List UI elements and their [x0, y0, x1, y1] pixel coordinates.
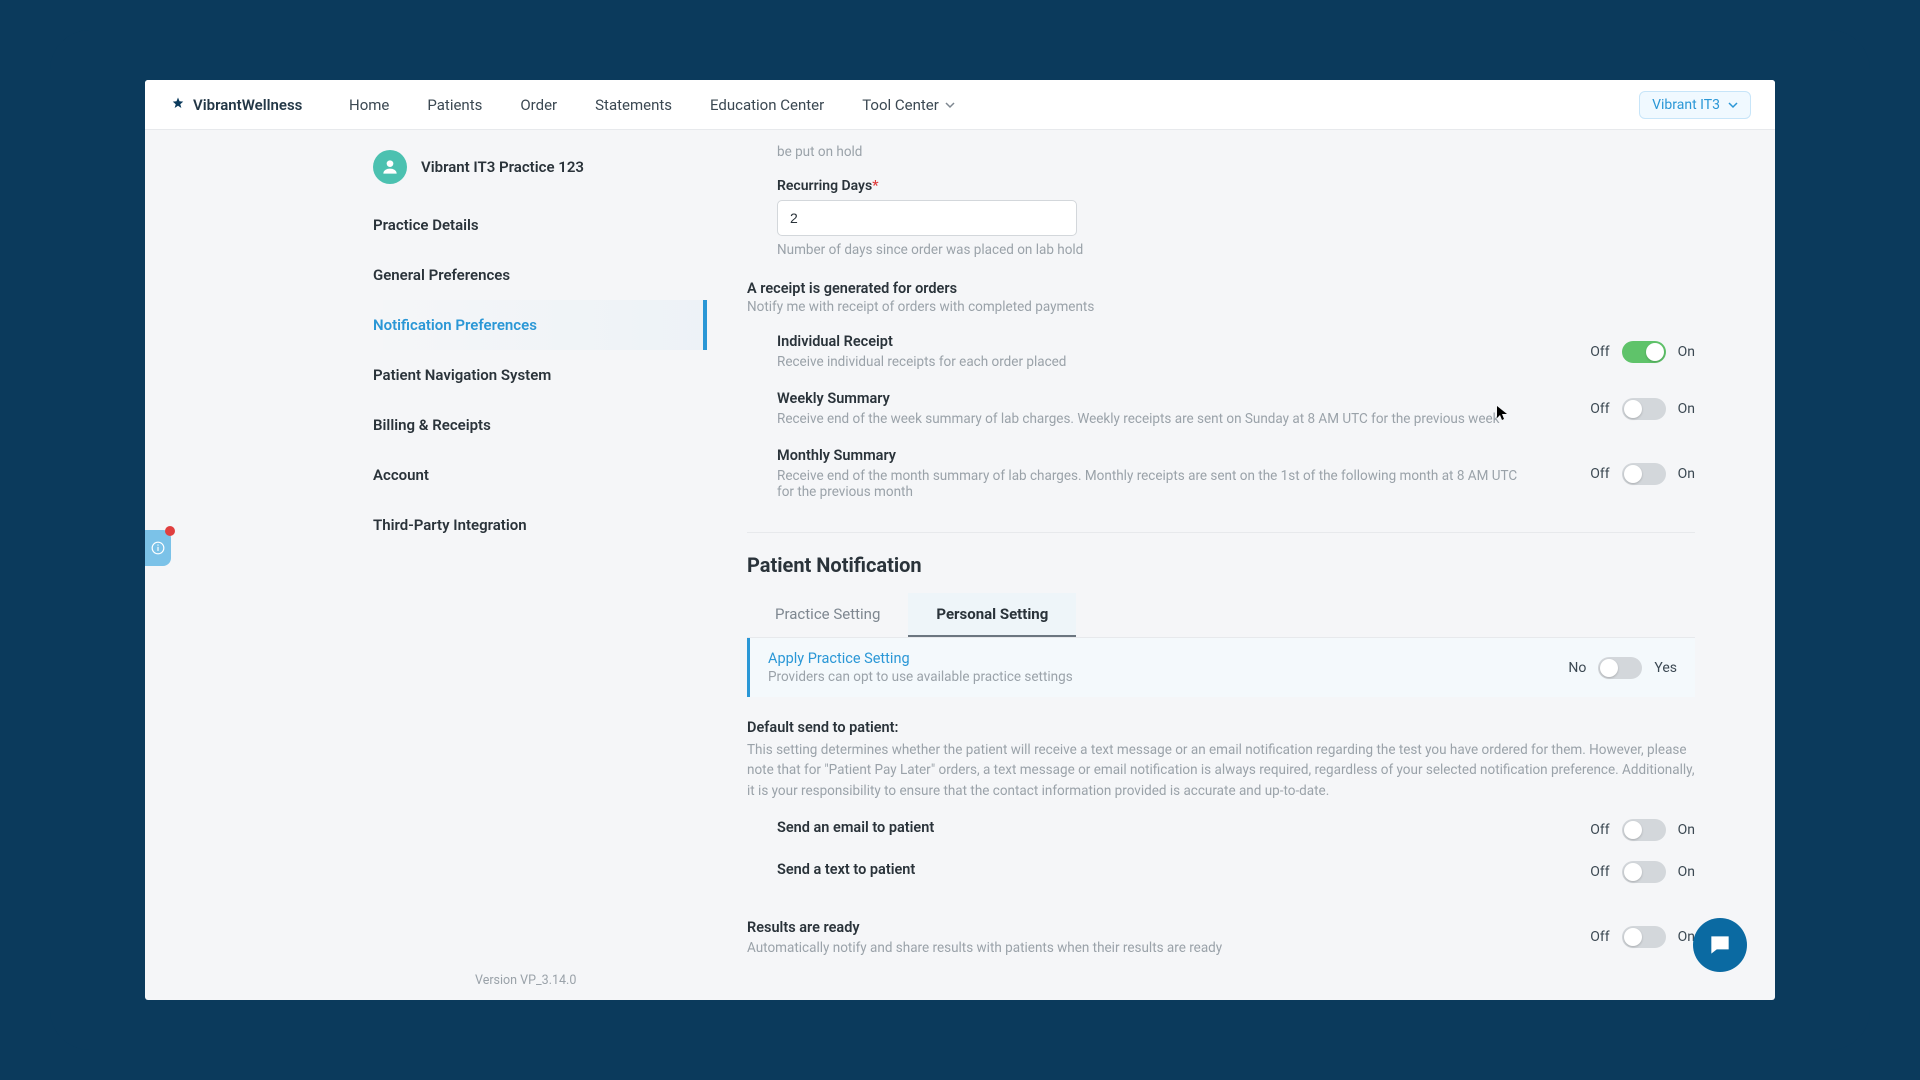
sidebar-item-account[interactable]: Account	[365, 450, 707, 500]
toggle-on-label: On	[1678, 466, 1695, 482]
toggle-title: Monthly Summary	[777, 447, 1530, 464]
brand-name: VibrantWellness	[193, 96, 302, 114]
practice-avatar	[373, 150, 407, 184]
toggle-row-send-text: Send a text to patient Off On	[777, 851, 1695, 893]
user-name: Vibrant IT3	[1652, 97, 1720, 113]
brand: VibrantWellness	[169, 96, 349, 114]
sidebar-item-practice-details[interactable]: Practice Details	[365, 200, 707, 250]
chat-button[interactable]	[1693, 918, 1747, 972]
truncated-prior-text: be put on hold	[747, 144, 1695, 160]
toggle-individual-receipt[interactable]	[1622, 341, 1666, 363]
toggle-apply-practice-setting[interactable]	[1598, 657, 1642, 679]
toggle-on-label: On	[1678, 401, 1695, 417]
toggle-row-monthly-summary: Monthly Summary Receive end of the month…	[777, 437, 1695, 510]
sidebar-item-notification-preferences[interactable]: Notification Preferences	[365, 300, 707, 350]
recurring-days-label: Recurring Days*	[777, 178, 1695, 194]
recurring-days-help: Number of days since order was placed on…	[777, 242, 1695, 258]
settings-sidebar: Vibrant IT3 Practice 123 Practice Detail…	[365, 144, 707, 990]
toggle-send-text[interactable]	[1622, 861, 1666, 883]
toggle-row-send-email: Send an email to patient Off On	[777, 809, 1695, 851]
info-tab[interactable]	[145, 530, 171, 566]
version-label: Version VP_3.14.0	[475, 973, 576, 988]
chat-icon	[1707, 932, 1733, 958]
chevron-down-icon	[945, 100, 955, 110]
tab-practice-setting[interactable]: Practice Setting	[747, 593, 908, 637]
toggle-title: Results are ready	[747, 919, 1530, 936]
toggle-off-label: Off	[1590, 822, 1609, 838]
toggle-sub: Receive end of the week summary of lab c…	[777, 411, 1530, 427]
section-divider	[747, 532, 1695, 533]
sidebar-item-general-preferences[interactable]: General Preferences	[365, 250, 707, 300]
toggle-on-label: Yes	[1654, 660, 1677, 676]
patient-notification-title: Patient Notification	[747, 553, 1695, 577]
apply-title: Apply Practice Setting	[768, 650, 1568, 667]
nav-patients[interactable]: Patients	[427, 96, 482, 114]
apply-practice-setting-box: Apply Practice Setting Providers can opt…	[747, 638, 1695, 697]
sidebar-item-billing-receipts[interactable]: Billing & Receipts	[365, 400, 707, 450]
toggle-title: Send a text to patient	[777, 861, 1530, 878]
cursor-icon	[1497, 406, 1507, 420]
toggle-off-label: Off	[1590, 929, 1609, 945]
user-menu[interactable]: Vibrant IT3	[1639, 91, 1751, 119]
toggle-on-label: On	[1678, 864, 1695, 880]
toggle-sub: Automatically notify and share results w…	[747, 940, 1530, 956]
toggle-row-weekly-summary: Weekly Summary Receive end of the week s…	[777, 380, 1695, 437]
toggle-off-label: Off	[1590, 401, 1609, 417]
sidebar-item-third-party-integration[interactable]: Third-Party Integration	[365, 500, 707, 550]
sidebar-item-patient-navigation-system[interactable]: Patient Navigation System	[365, 350, 707, 400]
nav-order[interactable]: Order	[520, 96, 557, 114]
toggle-sub: Receive end of the month summary of lab …	[777, 468, 1530, 500]
toggle-monthly-summary[interactable]	[1622, 463, 1666, 485]
nav-education-center[interactable]: Education Center	[710, 96, 824, 114]
notification-dot-icon	[165, 526, 175, 536]
default-send-desc: This setting determines whether the pati…	[747, 740, 1695, 801]
practice-name: Vibrant IT3 Practice 123	[421, 158, 584, 176]
toggle-off-label: No	[1568, 660, 1586, 676]
toggle-sub: Receive individual receipts for each ord…	[777, 354, 1530, 370]
toggle-off-label: Off	[1590, 466, 1609, 482]
patient-tabs: Practice Setting Personal Setting	[747, 593, 1695, 638]
toggle-off-label: Off	[1590, 344, 1609, 360]
toggle-title: Send an email to patient	[777, 819, 1530, 836]
toggle-row-individual-receipt: Individual Receipt Receive individual re…	[777, 323, 1695, 380]
settings-main: be put on hold Recurring Days* Number of…	[707, 144, 1735, 990]
toggle-on-label: On	[1678, 344, 1695, 360]
brand-logo-icon	[169, 96, 187, 114]
info-icon	[151, 541, 165, 555]
toggle-results-ready[interactable]	[1622, 926, 1666, 948]
nav-statements[interactable]: Statements	[595, 96, 672, 114]
person-icon	[380, 157, 400, 177]
chevron-down-icon	[1728, 100, 1738, 110]
toggle-title: Weekly Summary	[777, 390, 1530, 407]
toggle-title: Individual Receipt	[777, 333, 1530, 350]
receipt-section-title: A receipt is generated for orders	[747, 280, 1695, 297]
toggle-off-label: Off	[1590, 864, 1609, 880]
toggle-send-email[interactable]	[1622, 819, 1666, 841]
tab-personal-setting[interactable]: Personal Setting	[908, 593, 1076, 637]
nav-home[interactable]: Home	[349, 96, 389, 114]
main-nav: Home Patients Order Statements Education…	[349, 96, 955, 114]
apply-sub: Providers can opt to use available pract…	[768, 669, 1568, 685]
topbar: VibrantWellness Home Patients Order Stat…	[145, 80, 1775, 130]
nav-tool-center[interactable]: Tool Center	[862, 96, 955, 114]
toggle-row-results-ready: Results are ready Automatically notify a…	[747, 915, 1695, 966]
toggle-weekly-summary[interactable]	[1622, 398, 1666, 420]
receipt-section-sub: Notify me with receipt of orders with co…	[747, 299, 1695, 315]
toggle-on-label: On	[1678, 822, 1695, 838]
recurring-days-input[interactable]	[777, 200, 1077, 236]
default-send-title: Default send to patient:	[747, 719, 1695, 736]
practice-header: Vibrant IT3 Practice 123	[365, 144, 707, 200]
